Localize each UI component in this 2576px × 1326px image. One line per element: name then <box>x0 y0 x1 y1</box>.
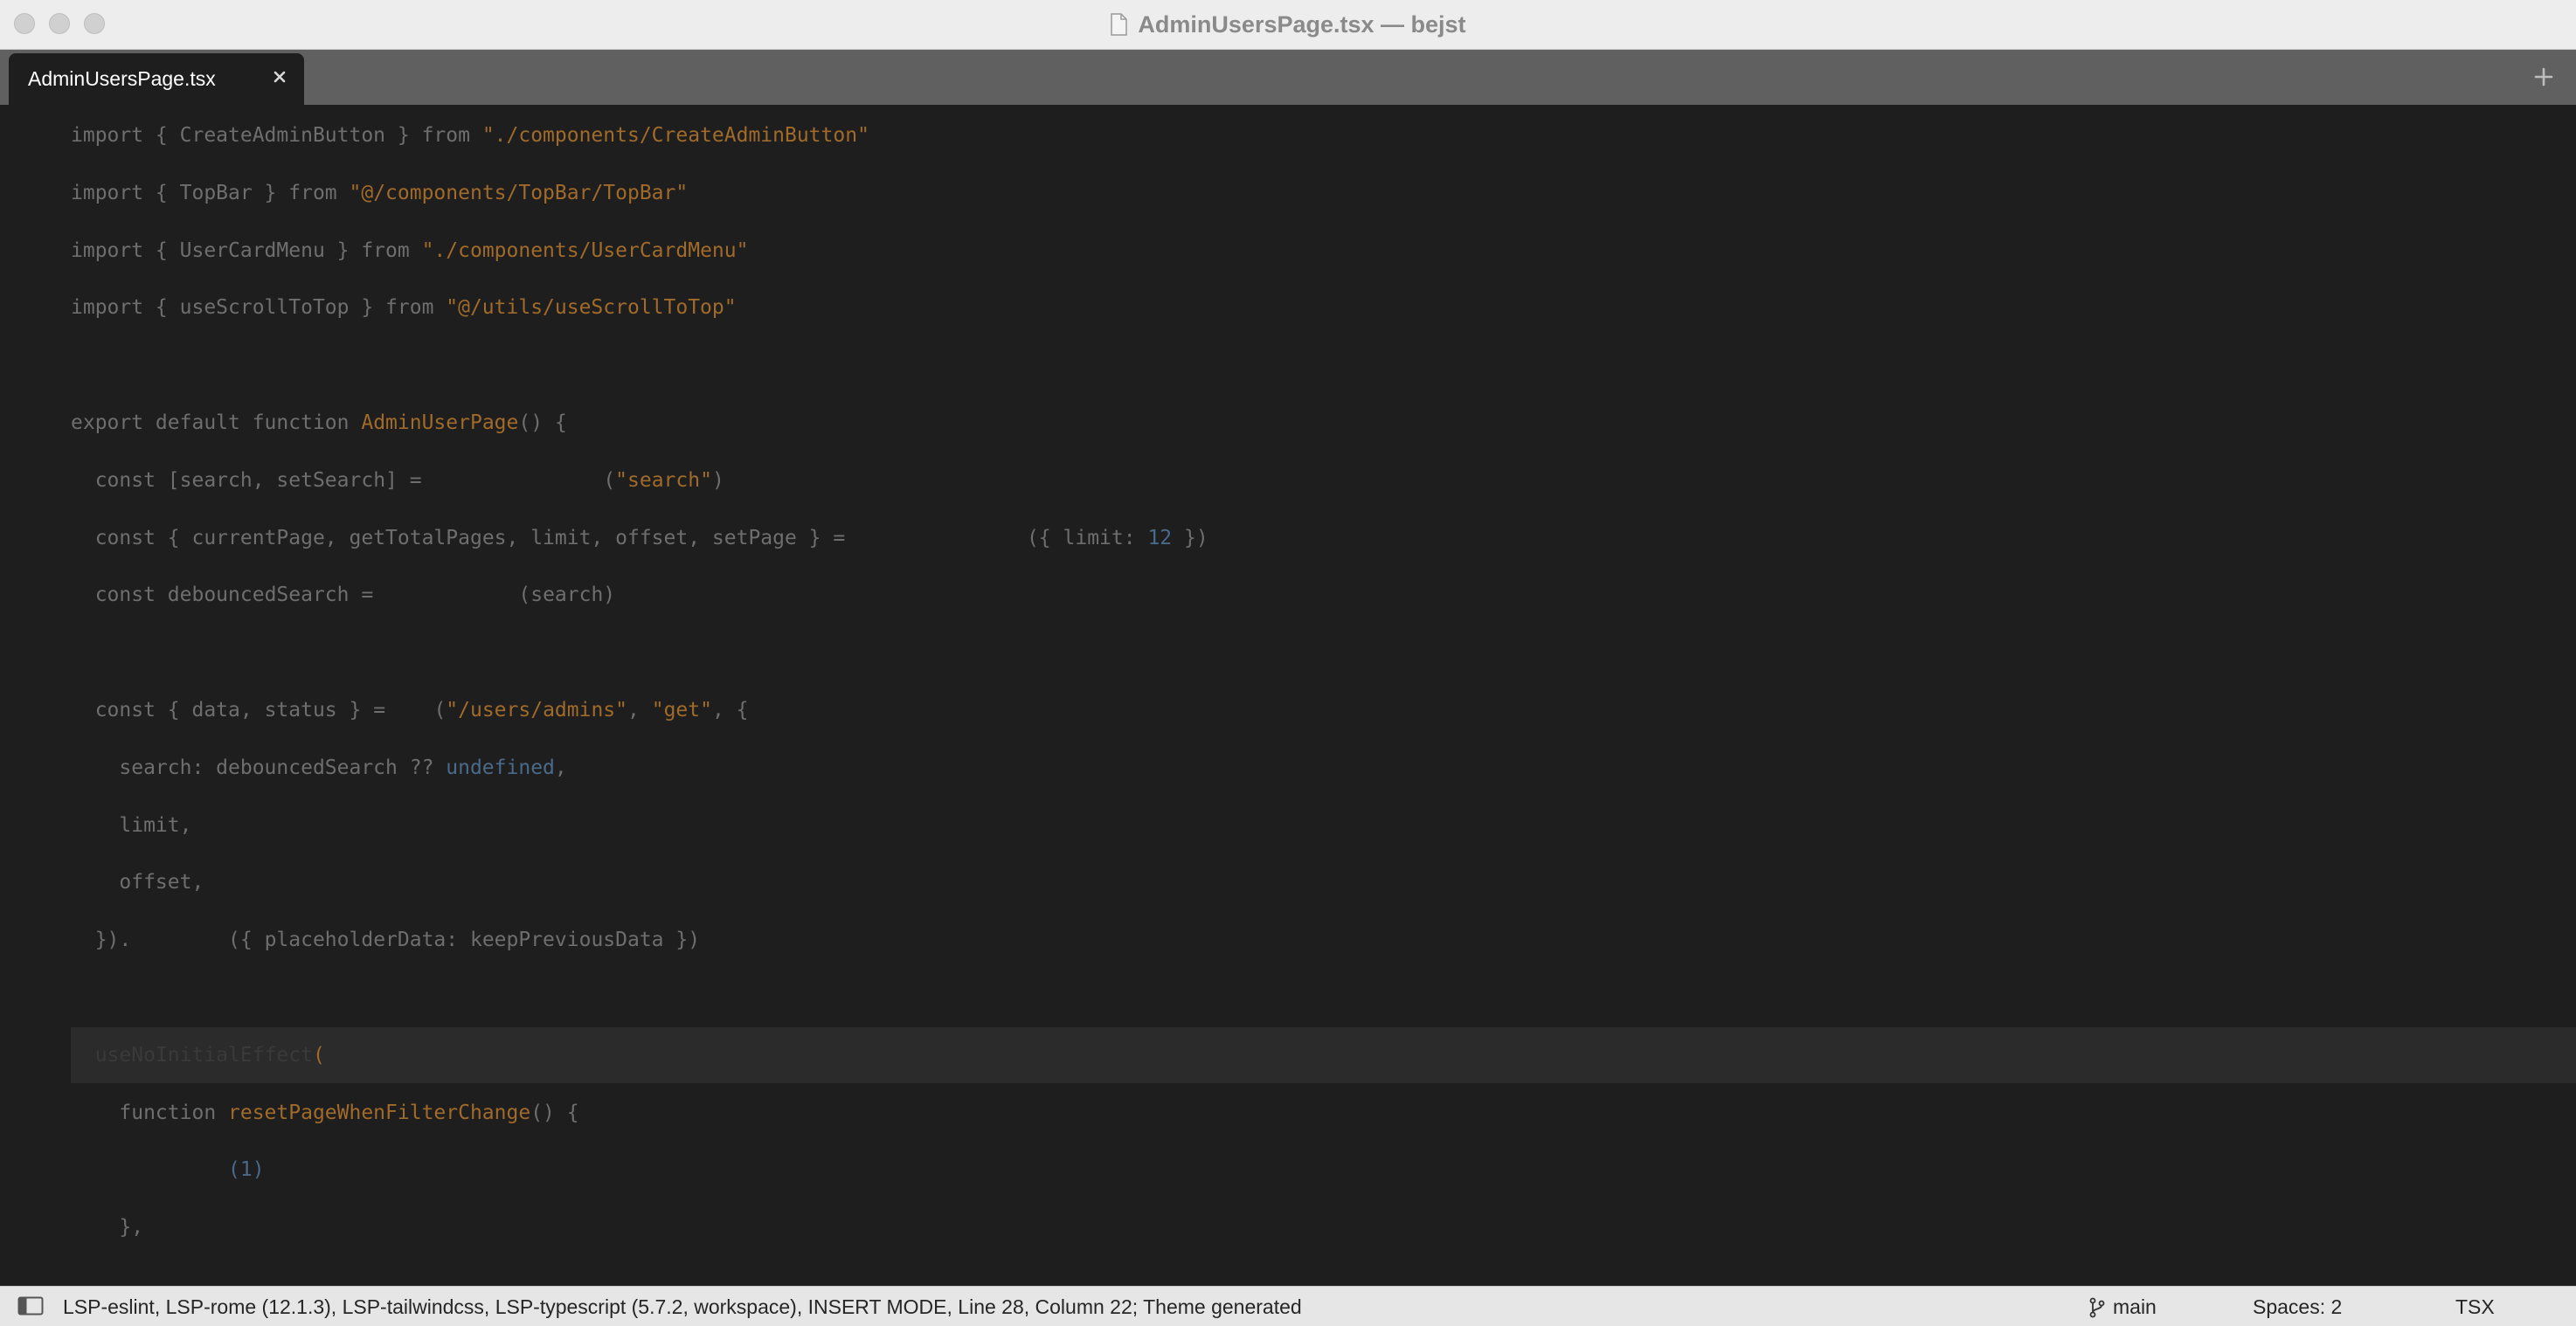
new-tab-icon[interactable] <box>2531 64 2557 90</box>
code-token: () { <box>530 1101 579 1124</box>
code-token: ) <box>711 468 724 492</box>
code-token: "@/components/TopBar/TopBar" <box>349 181 689 204</box>
code-token: (1) <box>228 1158 265 1182</box>
code-line[interactable]: const { data, status } = ("/users/admins… <box>71 682 749 738</box>
code-token: resetPageWhenFilterChange <box>228 1101 531 1124</box>
code-line[interactable]: useNoInitialEffect( <box>71 1026 2576 1083</box>
code-token: export default function <box>71 411 362 434</box>
git-branch-indicator[interactable]: main <box>2088 1295 2157 1319</box>
code-token: "@/utils/useScrollToTop" <box>446 296 737 320</box>
indentation <box>71 1102 119 1124</box>
code-token: const debouncedSearch = <box>94 584 386 607</box>
code-token: ({ placeholderData: keepPreviousData }) <box>228 929 701 952</box>
git-branch-icon <box>2088 1297 2106 1318</box>
indentation <box>71 756 119 779</box>
code-token: search: debouncedSearch ?? <box>119 756 447 779</box>
code-line[interactable]: search: debouncedSearch ?? undefined, <box>71 740 567 796</box>
code-token: (search) <box>518 584 616 607</box>
code-token: function <box>119 1101 229 1124</box>
code-token: import { CreateAdminButton } from <box>71 124 482 147</box>
tab-adminuserspage[interactable]: AdminUsersPage.tsx <box>9 53 304 105</box>
editor-window: AdminUsersPage.tsx — bejst AdminUsersPag… <box>0 0 2576 1326</box>
code-line[interactable]: import { useScrollToTop } from "@/utils/… <box>71 280 737 335</box>
code-line[interactable]: (1) <box>71 1142 265 1198</box>
code-line[interactable]: offset, <box>71 854 204 910</box>
code-line[interactable]: const { currentPage, getTotalPages, limi… <box>71 510 1208 566</box>
code-token: "search" <box>615 468 712 492</box>
code-token: , { <box>711 699 749 722</box>
indentation <box>71 527 95 549</box>
branch-name: main <box>2113 1295 2157 1318</box>
title-bar: AdminUsersPage.tsx — bejst <box>0 0 2576 50</box>
indentation <box>71 1044 95 1067</box>
indentation <box>71 469 95 492</box>
code-token: ( <box>433 699 447 722</box>
code-token: "./components/UserCardMenu" <box>421 238 749 262</box>
code-line[interactable]: import { UserCardMenu } from "./componen… <box>71 223 748 279</box>
code-token: 12 <box>1147 526 1173 549</box>
code-token: ({ limit: <box>1026 526 1148 549</box>
code-token: }). <box>94 929 132 952</box>
code-token: "/users/admins" <box>446 699 628 722</box>
tab-label: AdminUsersPage.tsx <box>28 67 216 90</box>
code-token: "./components/CreateAdminButton" <box>481 124 869 147</box>
window-title-group: AdminUsersPage.tsx — bejst <box>0 0 2576 49</box>
indentation <box>71 584 95 606</box>
code-token: const { data, status } = <box>94 699 398 722</box>
code-token: offset, <box>119 871 204 894</box>
code-line[interactable]: limit, <box>71 798 191 853</box>
code-line[interactable]: }). ({ placeholderData: keepPreviousData… <box>71 912 700 968</box>
code-token: import { UserCardMenu } from <box>71 238 422 262</box>
code-token: import { useScrollToTop } from <box>71 296 447 320</box>
indentation <box>71 871 119 894</box>
code-line[interactable]: import { CreateAdminButton } from "./com… <box>71 107 869 163</box>
sidebar-toggle-icon[interactable] <box>17 1296 44 1316</box>
indentation <box>71 1158 143 1181</box>
status-message: LSP-eslint, LSP-rome (12.1.3), LSP-tailw… <box>63 1295 1302 1318</box>
status-bar: LSP-eslint, LSP-rome (12.1.3), LSP-tailw… <box>0 1286 2576 1326</box>
code-token: , <box>554 756 567 779</box>
code-token: import { TopBar } from <box>71 181 350 204</box>
code-token: }, <box>119 1216 144 1240</box>
code-token: useNoInitialEffect <box>94 1043 313 1067</box>
indentation-setting[interactable]: Spaces: 2 <box>2253 1295 2342 1319</box>
tab-bar: AdminUsersPage.tsx <box>0 50 2576 105</box>
code-line[interactable]: function resetPageWhenFilterChange() { <box>71 1085 579 1141</box>
close-tab-icon[interactable] <box>267 65 292 89</box>
code-line[interactable]: const debouncedSearch = (search) <box>71 567 615 623</box>
window-title: AdminUsersPage.tsx — bejst <box>1138 10 1466 38</box>
code-line[interactable]: const [search, setSearch] = ("search") <box>71 452 724 508</box>
syntax-selector[interactable]: TSX <box>2455 1295 2495 1319</box>
code-token: undefined <box>446 756 555 779</box>
indentation <box>71 699 95 722</box>
code-editor[interactable]: import { CreateAdminButton } from "./com… <box>0 105 2576 1286</box>
code-token: "get" <box>651 699 712 722</box>
code-token: ( <box>603 468 616 492</box>
code-token: }) <box>1172 526 1208 549</box>
code-token: , <box>627 699 652 722</box>
code-token: () { <box>518 411 567 434</box>
code-line[interactable]: import { TopBar } from "@/components/Top… <box>71 165 688 221</box>
indentation <box>71 1216 119 1239</box>
code-line[interactable]: }, <box>71 1199 143 1255</box>
indentation <box>71 814 119 837</box>
code-line[interactable]: export default function AdminUserPage() … <box>71 395 567 451</box>
document-icon <box>1110 13 1128 36</box>
code-token: const [search, setSearch] = <box>94 468 434 492</box>
code-token: const { currentPage, getTotalPages, limi… <box>94 526 858 549</box>
code-token: AdminUserPage <box>361 411 519 434</box>
code-token: limit, <box>119 813 192 837</box>
indentation <box>71 929 95 951</box>
code-token: ( <box>312 1043 325 1067</box>
